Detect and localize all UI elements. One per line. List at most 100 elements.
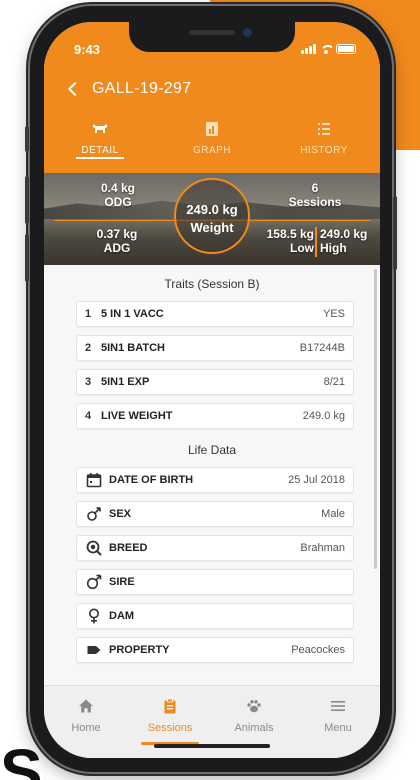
title-bar: GALL-19-297 <box>66 80 191 98</box>
chart-icon <box>206 122 218 136</box>
trait-row[interactable]: 1 5 IN 1 VACC YES <box>76 301 354 327</box>
trait-value: 8/21 <box>323 376 345 388</box>
low-high-divider <box>315 227 317 257</box>
notch <box>129 22 295 52</box>
list-icon <box>318 123 330 135</box>
trait-number: 4 <box>85 410 92 422</box>
tab-history-label: HISTORY <box>300 145 348 156</box>
life-data-row-date-of-birth[interactable]: DATE OF BIRTH 25 Jul 2018 <box>76 467 354 493</box>
home-indicator[interactable] <box>154 744 270 748</box>
trait-value: B17244B <box>299 342 345 354</box>
life-data-row-property[interactable]: PROPERTY Peacockes <box>76 637 354 663</box>
adg-label: ADG <box>103 241 131 255</box>
phone-screen: 9:43 GALL-19-297 DETAIL GRAPH HISTORY 0.… <box>44 22 380 758</box>
scrollbar[interactable] <box>374 269 377 569</box>
life-data-row-sex[interactable]: SEX Male <box>76 501 354 527</box>
life-data-row-breed[interactable]: BREED Brahman <box>76 535 354 561</box>
nav-menu-label: Menu <box>324 722 352 734</box>
life-data-value: Brahman <box>300 542 345 554</box>
volume-down-button <box>25 234 29 282</box>
trait-number: 2 <box>85 342 92 354</box>
adg-stat: 0.37 kg ADG <box>84 227 150 255</box>
odg-value: 0.4 kg <box>100 181 136 195</box>
detail-content[interactable]: Traits (Session B) 1 5 IN 1 VACC YES 2 5… <box>44 265 380 685</box>
wifi-icon <box>320 44 332 54</box>
tab-graph[interactable]: GRAPH <box>156 117 268 165</box>
trait-value: 249.0 kg <box>302 410 345 422</box>
life-data-label: SIRE <box>109 576 135 588</box>
trait-number: 1 <box>85 308 92 320</box>
low-value: 158.5 kg <box>266 227 314 241</box>
tab-active-underline <box>76 157 124 159</box>
weight-summary-banner: 0.4 kg ODG 0.37 kg ADG 6 Sessions 158.5 … <box>44 173 380 265</box>
nav-sessions-label: Sessions <box>147 722 193 734</box>
life-data-label: DAM <box>109 610 135 622</box>
adg-value: 0.37 kg <box>96 227 138 241</box>
life-data-value: 25 Jul 2018 <box>288 474 345 486</box>
trait-label: 5IN1 EXP <box>101 376 150 388</box>
male-icon <box>85 574 103 590</box>
trait-row[interactable]: 2 5IN1 BATCH B17244B <box>76 335 354 361</box>
tab-graph-label: GRAPH <box>192 145 232 156</box>
life-data-value: Peacockes <box>291 644 345 656</box>
speaker <box>189 30 235 35</box>
trait-label: 5IN1 BATCH <box>101 342 165 354</box>
traits-section-title: Traits (Session B) <box>164 277 260 291</box>
background-letter: S <box>0 736 43 780</box>
paw-icon <box>247 700 261 713</box>
status-time: 9:43 <box>74 42 101 57</box>
nav-home-label: Home <box>71 722 101 734</box>
trait-row[interactable]: 3 5IN1 EXP 8/21 <box>76 369 354 395</box>
odg-stat: 0.4 kg ODG <box>88 181 148 209</box>
life-data-section-title: Life Data <box>187 443 237 457</box>
volume-up-button <box>25 176 29 224</box>
weight-value: 249.0 kg <box>186 202 238 217</box>
nav-animals-label: Animals <box>234 722 274 734</box>
gender-icon <box>85 506 103 522</box>
sessions-value: 6 <box>311 181 319 195</box>
breed-icon <box>85 540 103 556</box>
signal-icon <box>301 44 316 54</box>
life-data-value: Male <box>321 508 345 520</box>
life-data-label: SEX <box>109 508 132 520</box>
clipboard-icon <box>164 698 176 714</box>
female-icon <box>85 608 103 624</box>
weight-label: Weight <box>190 220 234 235</box>
sessions-label: Sessions <box>288 195 342 209</box>
tab-detail[interactable]: DETAIL <box>44 117 156 165</box>
low-label: Low <box>290 241 314 255</box>
weight-circle: 249.0 kg Weight <box>174 178 250 254</box>
sessions-stat: 6 Sessions <box>280 181 350 209</box>
power-button <box>393 196 397 270</box>
low-stat: 158.5 kg Low <box>252 227 314 255</box>
tab-detail-label: DETAIL <box>81 145 119 156</box>
high-stat: 249.0 kg High <box>320 227 380 255</box>
home-icon <box>79 699 93 713</box>
life-data-label: PROPERTY <box>109 644 170 656</box>
mute-switch <box>25 126 29 152</box>
back-arrow-icon[interactable] <box>67 81 83 97</box>
camera <box>243 28 252 37</box>
trait-row[interactable]: 4 LIVE WEIGHT 249.0 kg <box>76 403 354 429</box>
calendar-icon <box>85 472 103 488</box>
menu-icon <box>331 701 345 711</box>
status-icons <box>301 44 356 54</box>
high-value: 249.0 kg <box>320 227 368 241</box>
trait-label: 5 IN 1 VACC <box>101 308 164 320</box>
life-data-row-dam[interactable]: DAM <box>76 603 354 629</box>
tag-icon <box>85 642 103 658</box>
life-data-label: DATE OF BIRTH <box>109 474 194 486</box>
trait-label: LIVE WEIGHT <box>101 410 173 422</box>
nav-menu[interactable]: Menu <box>296 686 380 758</box>
tab-history[interactable]: HISTORY <box>268 117 380 165</box>
tab-bar: DETAIL GRAPH HISTORY <box>44 117 380 165</box>
trait-value: YES <box>322 308 345 320</box>
trait-number: 3 <box>85 376 92 388</box>
high-label: High <box>320 241 347 255</box>
battery-icon <box>336 44 356 54</box>
cow-icon <box>93 124 107 133</box>
nav-home[interactable]: Home <box>44 686 128 758</box>
odg-label: ODG <box>104 195 132 209</box>
life-data-row-sire[interactable]: SIRE <box>76 569 354 595</box>
page-title: GALL-19-297 <box>92 80 192 97</box>
